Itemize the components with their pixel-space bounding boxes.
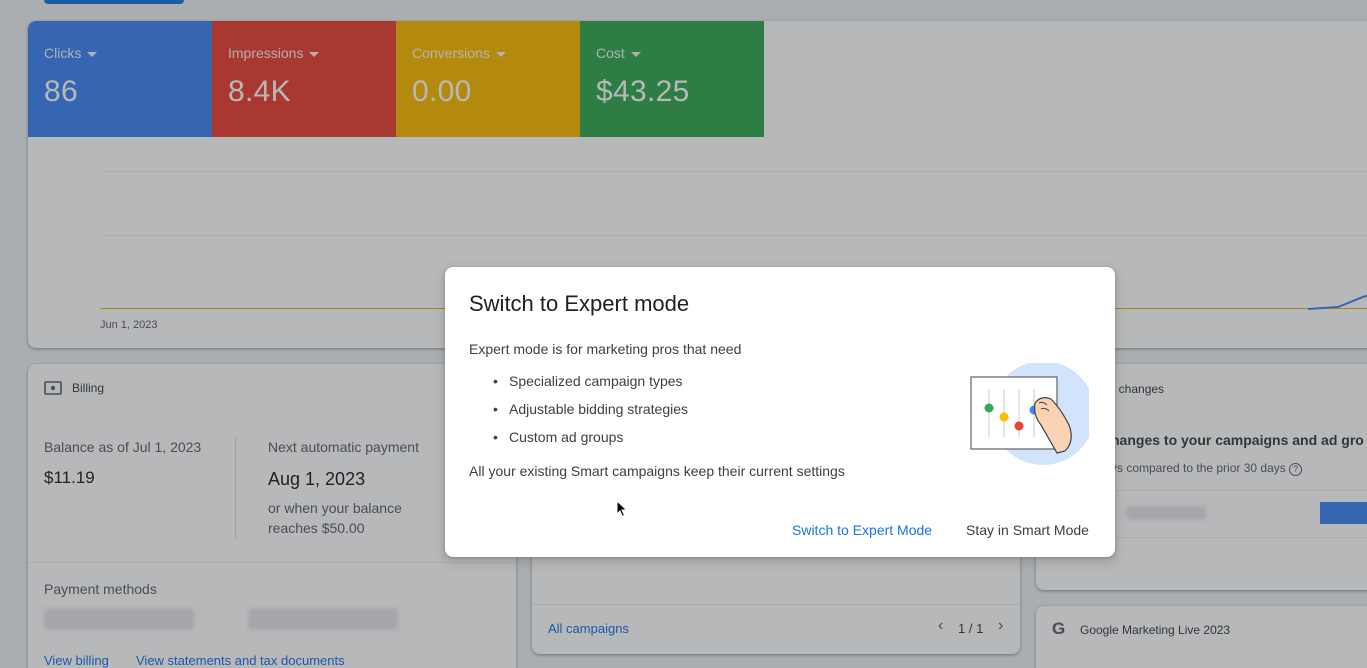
switch-expert-dialog: Switch to Expert mode Expert mode is for… (445, 267, 1115, 557)
bullet-icon: • (493, 373, 498, 389)
mouse-pointer-icon (616, 500, 628, 518)
dialog-title: Switch to Expert mode (469, 291, 690, 316)
switch-to-expert-button[interactable]: Switch to Expert Mode (792, 522, 932, 538)
dialog-note: All your existing Smart campaigns keep t… (469, 463, 845, 479)
bullet-icon: • (493, 429, 498, 445)
list-item: • Custom ad groups (493, 427, 688, 455)
list-item: • Adjustable bidding strategies (493, 399, 688, 427)
stay-in-smart-button[interactable]: Stay in Smart Mode (966, 522, 1089, 538)
expert-mode-illustration (970, 363, 1089, 465)
dialog-intro: Expert mode is for marketing pros that n… (469, 341, 742, 357)
list-item-text: Adjustable bidding strategies (509, 401, 689, 417)
dialog-feature-list: • Specialized campaign types • Adjustable … (493, 371, 688, 455)
bullet-icon: • (493, 401, 498, 417)
list-item-text: Specialized campaign types (509, 373, 683, 389)
list-item: • Specialized campaign types (493, 371, 688, 399)
list-item-text: Custom ad groups (509, 429, 624, 445)
